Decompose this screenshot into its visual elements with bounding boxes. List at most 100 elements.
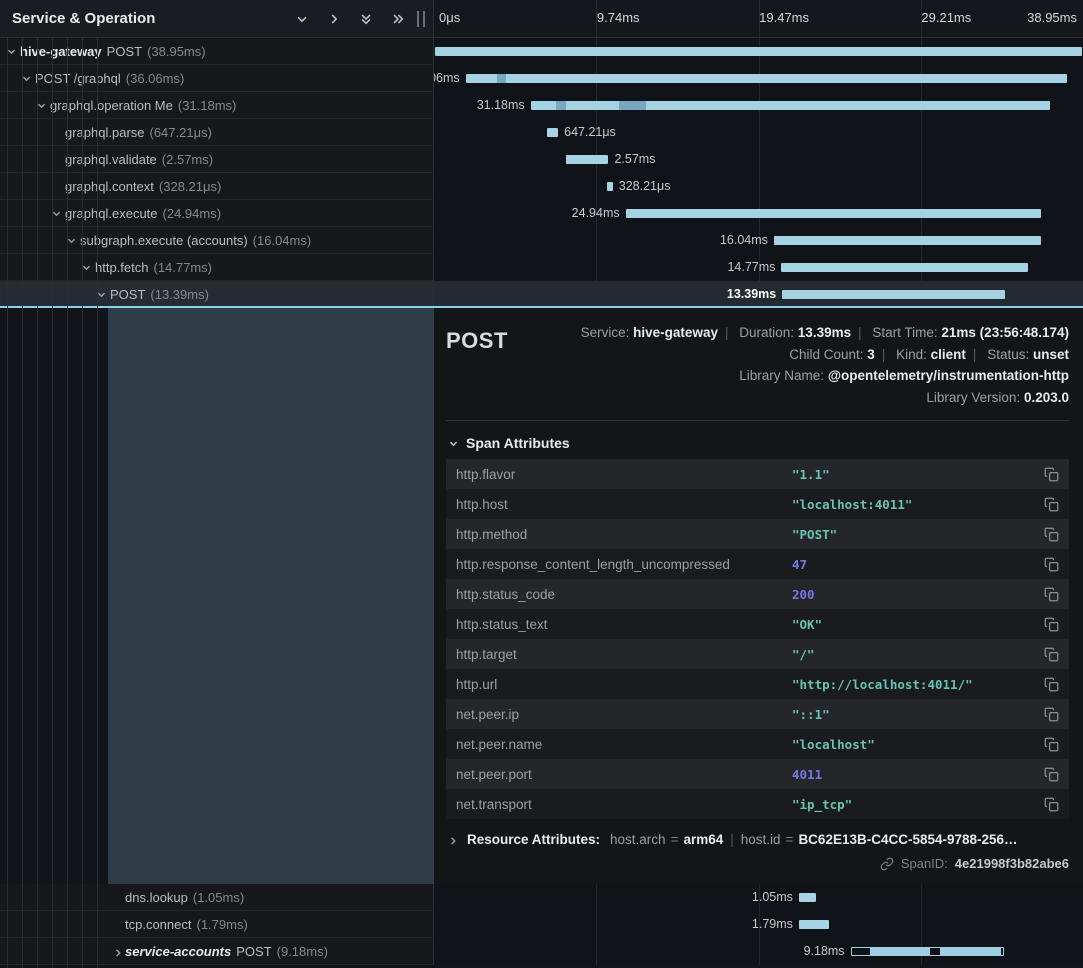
span-bar[interactable]	[799, 920, 829, 929]
span-row[interactable]: service-accounts POST (9.18ms) 9.18ms	[0, 938, 1083, 965]
span-timeline-cell[interactable]: 31.18ms	[434, 92, 1083, 119]
span-tree-cell[interactable]: graphql.execute (24.94ms)	[0, 200, 434, 227]
attribute-row[interactable]: http.flavor "1.1"	[446, 459, 1069, 489]
chevron-down-icon[interactable]	[66, 235, 80, 246]
copy-icon[interactable]	[1044, 587, 1059, 602]
span-bar[interactable]	[466, 74, 1067, 83]
bar-duration-label: 9.18ms	[804, 944, 845, 958]
copy-icon[interactable]	[1044, 497, 1059, 512]
copy-icon[interactable]	[1044, 527, 1059, 542]
chevron-right-icon[interactable]	[448, 833, 459, 847]
span-row[interactable]: hive-gateway POST (38.95ms)	[0, 38, 1083, 65]
span-bar[interactable]	[782, 290, 1005, 299]
span-timeline-cell[interactable]: 16.04ms	[434, 227, 1083, 254]
span-timeline-cell[interactable]: 1.79ms	[434, 911, 1083, 938]
resource-attributes-row[interactable]: Resource Attributes: host.arch = arm64 |…	[446, 832, 1069, 847]
span-row[interactable]: POST /graphql (36.06ms) 36.06ms	[0, 65, 1083, 92]
meta-value: 13.39ms	[798, 325, 851, 340]
span-row-selected[interactable]: POST (13.39ms) 13.39ms	[0, 281, 1083, 308]
chevron-down-icon[interactable]	[295, 12, 309, 26]
attribute-row[interactable]: http.target "/"	[446, 639, 1069, 669]
span-row[interactable]: graphql.context (328.21μs) 328.21μs	[0, 173, 1083, 200]
attribute-row[interactable]: http.url "http://localhost:4011/"	[446, 669, 1069, 699]
attribute-row[interactable]: net.peer.port 4011	[446, 759, 1069, 789]
attribute-row[interactable]: net.transport "ip_tcp"	[446, 789, 1069, 819]
span-bar[interactable]	[851, 947, 1004, 956]
bar-duration-label: 14.77ms	[727, 260, 775, 274]
span-tree-cell[interactable]: graphql.context (328.21μs)	[0, 173, 434, 200]
span-tree-cell[interactable]: tcp.connect (1.79ms)	[0, 911, 434, 938]
span-bar[interactable]	[607, 182, 612, 191]
span-timeline-cell[interactable]: 1.05ms	[434, 884, 1083, 911]
span-row[interactable]: http.fetch (14.77ms) 14.77ms	[0, 254, 1083, 281]
span-row[interactable]: tcp.connect (1.79ms) 1.79ms	[0, 911, 1083, 938]
span-timeline-cell[interactable]: 9.18ms	[434, 938, 1083, 965]
span-duration: (2.57ms)	[162, 152, 213, 167]
span-timeline-cell[interactable]: 328.21μs	[434, 173, 1083, 200]
span-attributes-header[interactable]: Span Attributes	[448, 435, 1067, 451]
attribute-row[interactable]: http.method "POST"	[446, 519, 1069, 549]
attribute-row[interactable]: http.status_code 200	[446, 579, 1069, 609]
copy-icon[interactable]	[1044, 467, 1059, 482]
copy-icon[interactable]	[1044, 707, 1059, 722]
span-timeline-cell[interactable]: 14.77ms	[434, 254, 1083, 281]
span-tree-cell[interactable]: graphql.parse (647.21μs)	[0, 119, 434, 146]
chevron-down-icon[interactable]	[6, 46, 20, 57]
span-tree-cell[interactable]: service-accounts POST (9.18ms)	[0, 938, 434, 965]
copy-icon[interactable]	[1044, 767, 1059, 782]
span-tree-cell[interactable]: subgraph.execute (accounts) (16.04ms)	[0, 227, 434, 254]
chevron-down-icon[interactable]	[81, 262, 95, 273]
span-timeline-cell[interactable]: 2.57ms	[434, 146, 1083, 173]
span-bar[interactable]	[799, 893, 816, 902]
span-row[interactable]: graphql.parse (647.21μs) 647.21μs	[0, 119, 1083, 146]
span-duration: (31.18ms)	[178, 98, 237, 113]
copy-icon[interactable]	[1044, 617, 1059, 632]
copy-icon[interactable]	[1044, 677, 1059, 692]
chevron-right-icon[interactable]	[327, 12, 341, 26]
span-tree-cell[interactable]: graphql.operation Me (31.18ms)	[0, 92, 434, 119]
attribute-row[interactable]: http.response_content_length_uncompresse…	[446, 549, 1069, 579]
span-tree-cell[interactable]: POST (13.39ms)	[0, 281, 434, 308]
span-timeline-cell[interactable]: 24.94ms	[434, 200, 1083, 227]
span-tree-cell[interactable]: graphql.validate (2.57ms)	[0, 146, 434, 173]
span-row[interactable]: dns.lookup (1.05ms) 1.05ms	[0, 884, 1083, 911]
link-icon[interactable]	[880, 857, 894, 871]
copy-icon[interactable]	[1044, 557, 1059, 572]
chevron-down-icon[interactable]	[96, 289, 110, 300]
chevron-down-icon[interactable]	[51, 208, 65, 219]
chevron-down-icon[interactable]	[21, 73, 35, 84]
attribute-row[interactable]: net.peer.ip "::1"	[446, 699, 1069, 729]
span-tree-cell[interactable]: POST /graphql (36.06ms)	[0, 65, 434, 92]
span-tree-cell[interactable]: http.fetch (14.77ms)	[0, 254, 434, 281]
chevron-right-icon[interactable]	[113, 944, 124, 958]
span-row[interactable]: subgraph.execute (accounts) (16.04ms) 16…	[0, 227, 1083, 254]
double-chevron-right-icon[interactable]	[391, 12, 405, 26]
span-bar[interactable]	[547, 128, 558, 137]
span-timeline-cell[interactable]	[434, 38, 1083, 65]
span-tree-cell[interactable]: dns.lookup (1.05ms)	[0, 884, 434, 911]
span-timeline-cell[interactable]: 647.21μs	[434, 119, 1083, 146]
span-row[interactable]: graphql.validate (2.57ms) 2.57ms	[0, 146, 1083, 173]
span-bar[interactable]	[781, 263, 1027, 272]
span-operation-name: subgraph.execute (accounts)	[80, 233, 248, 248]
span-bar[interactable]	[531, 101, 1051, 110]
panel-resize-handle[interactable]	[417, 11, 425, 27]
span-tree-cell[interactable]: hive-gateway POST (38.95ms)	[0, 38, 434, 65]
span-bar[interactable]	[774, 236, 1041, 245]
chevron-down-icon[interactable]	[36, 100, 50, 111]
span-timeline-cell[interactable]: 36.06ms	[434, 65, 1083, 92]
attribute-row[interactable]: net.peer.name "localhost"	[446, 729, 1069, 759]
attribute-row[interactable]: http.host "localhost:4011"	[446, 489, 1069, 519]
span-timeline-cell[interactable]: 13.39ms	[434, 281, 1083, 308]
span-bar[interactable]	[566, 155, 609, 164]
copy-icon[interactable]	[1044, 737, 1059, 752]
span-bar[interactable]	[626, 209, 1042, 218]
span-row[interactable]: graphql.execute (24.94ms) 24.94ms	[0, 200, 1083, 227]
copy-icon[interactable]	[1044, 647, 1059, 662]
double-chevron-down-icon[interactable]	[359, 12, 373, 26]
attribute-row[interactable]: http.status_text "OK"	[446, 609, 1069, 639]
span-row[interactable]: graphql.operation Me (31.18ms) 31.18ms	[0, 92, 1083, 119]
span-bar[interactable]	[435, 47, 1082, 56]
copy-icon[interactable]	[1044, 797, 1059, 812]
chevron-down-icon[interactable]	[448, 438, 459, 449]
